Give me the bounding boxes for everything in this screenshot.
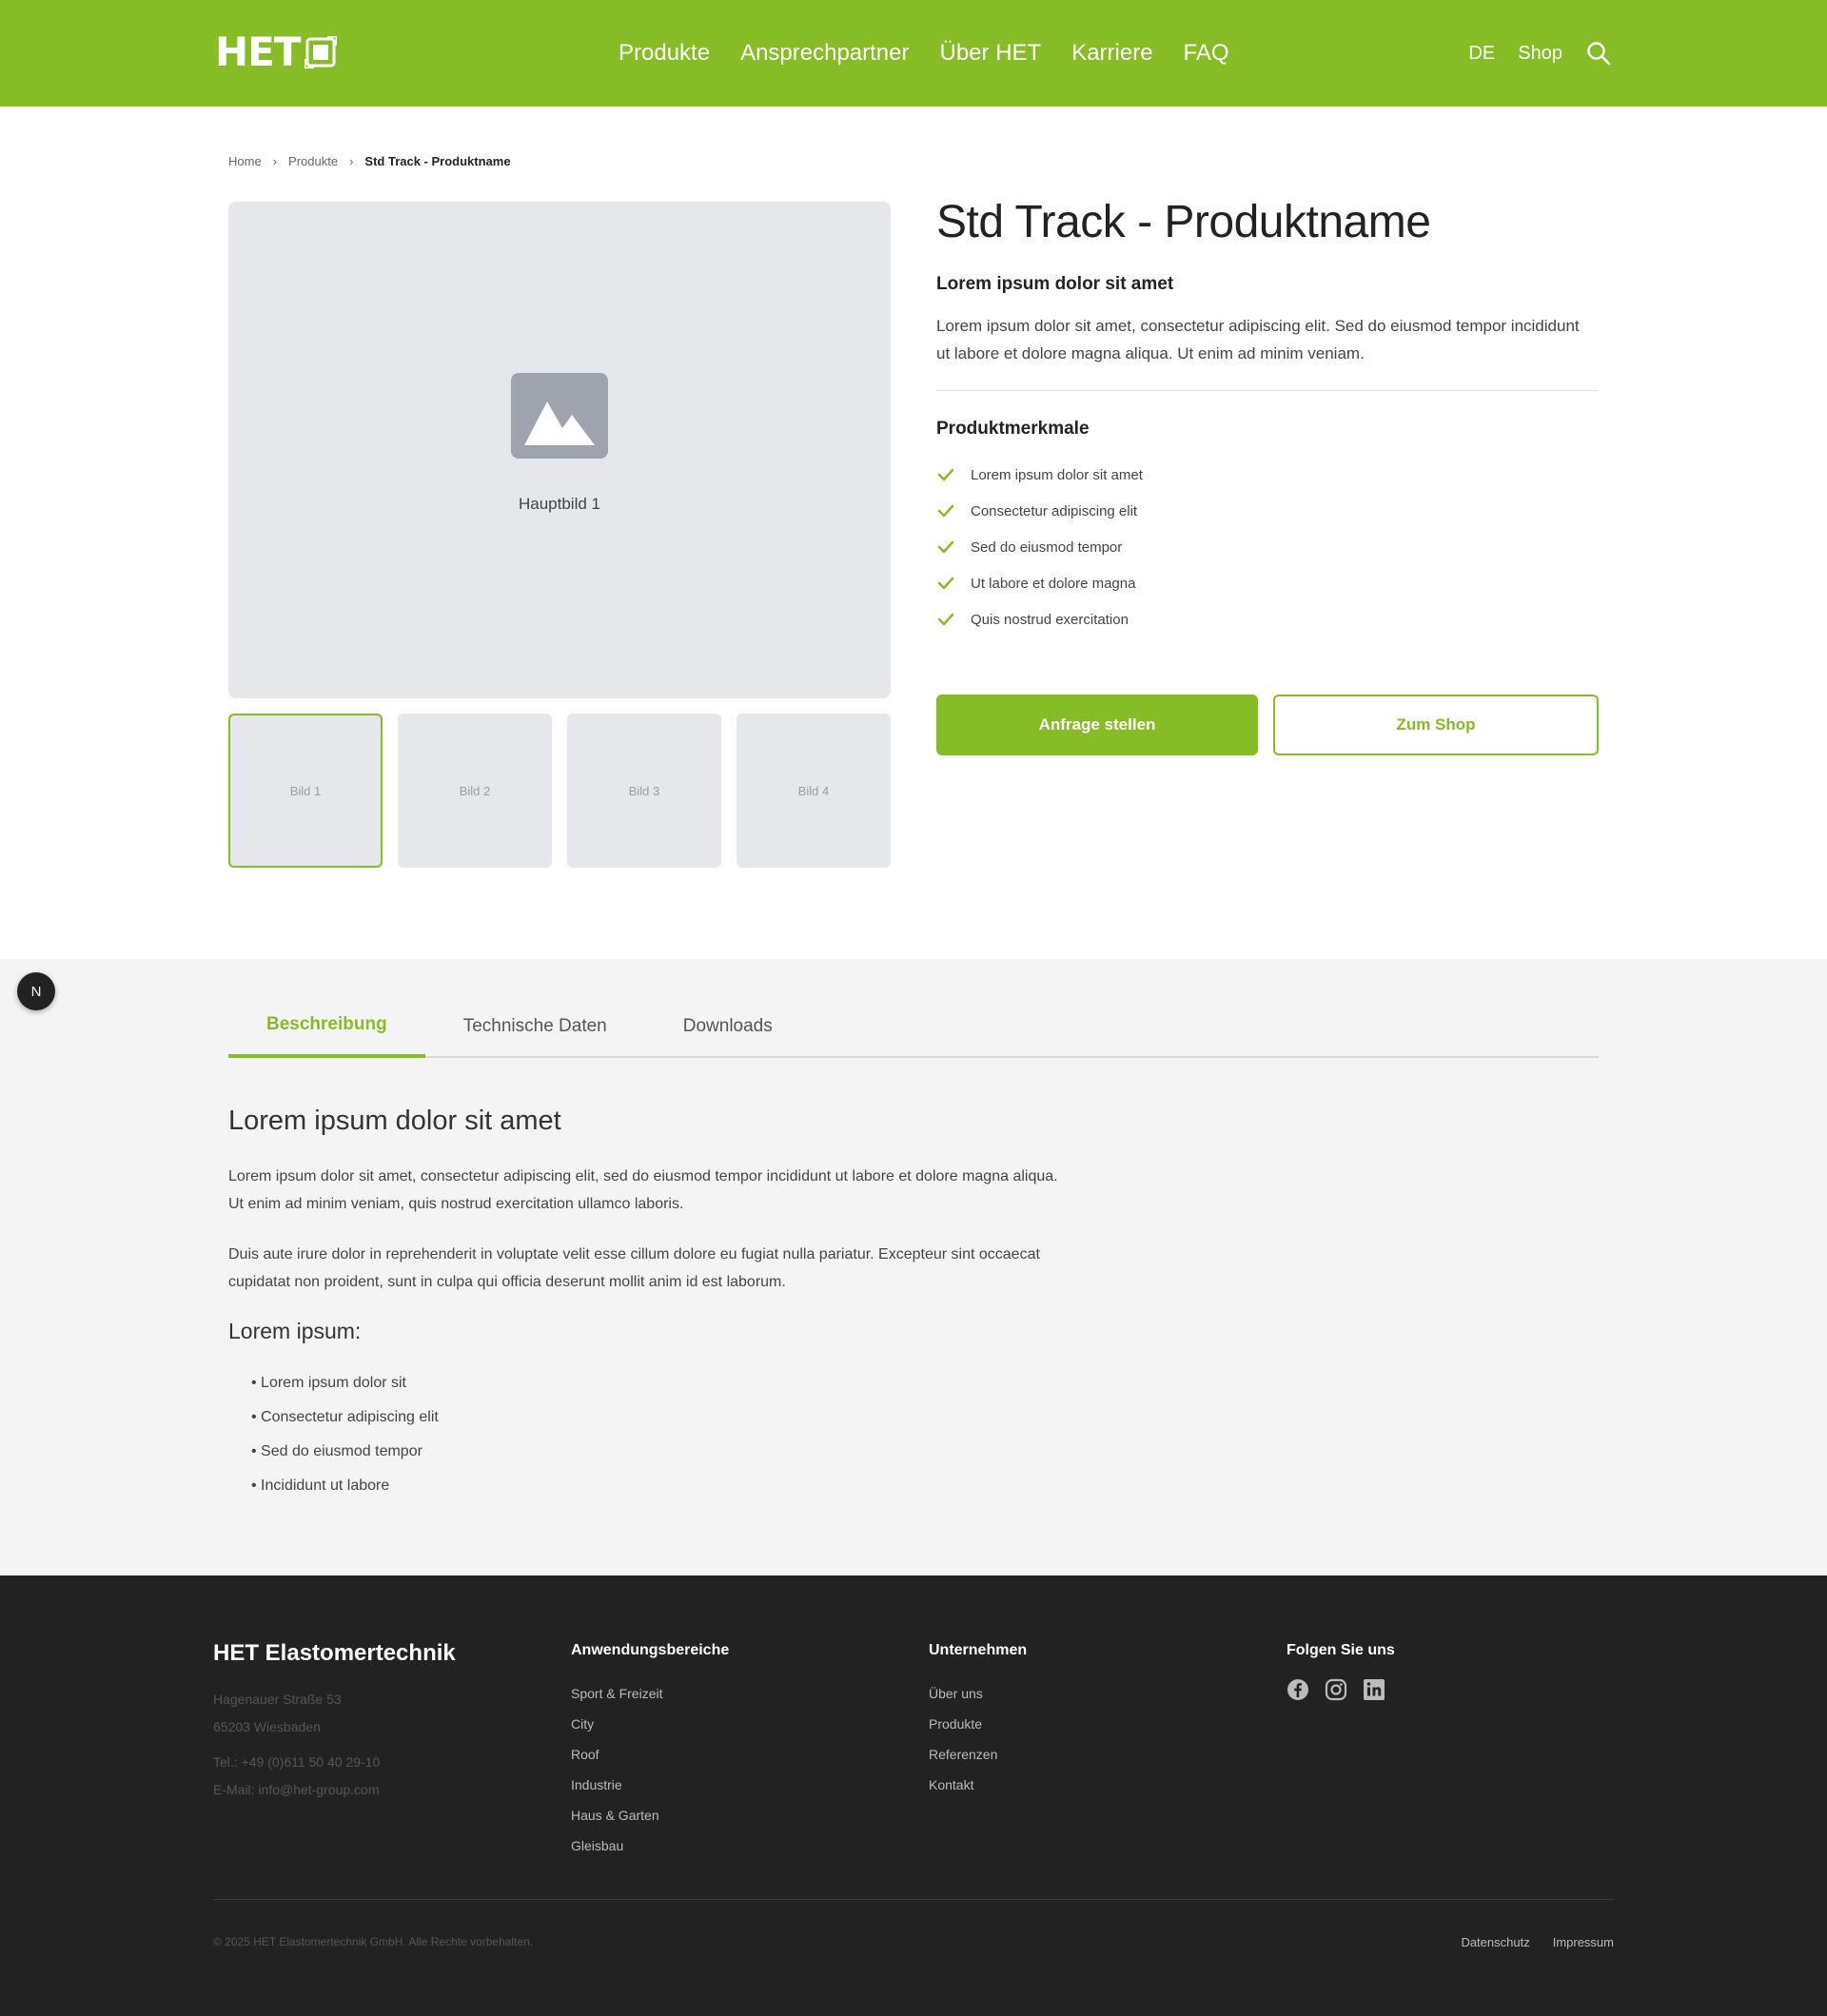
- footer-col-anwendungsbereiche: Anwendungsbereiche Sport & Freizeit City…: [571, 1642, 729, 1861]
- list-item: • Sed do eiusmod tempor: [251, 1443, 422, 1459]
- nav-item-faq[interactable]: FAQ: [1184, 36, 1229, 70]
- image-placeholder-icon: [511, 373, 608, 459]
- check-icon: [936, 610, 955, 629]
- thumbnail-3[interactable]: Bild 3: [567, 714, 721, 868]
- search-icon[interactable]: [1585, 40, 1612, 67]
- instagram-icon[interactable]: [1325, 1678, 1347, 1701]
- feature-item: Quis nostrud exercitation: [936, 601, 1143, 637]
- footer-link[interactable]: Industrie: [571, 1770, 729, 1800]
- footer-link[interactable]: Über uns: [929, 1678, 1027, 1709]
- feature-item: Sed do eiusmod tempor: [936, 529, 1143, 565]
- footer-col-title: Unternehmen: [929, 1642, 1028, 1658]
- floating-badge[interactable]: N: [17, 972, 55, 1010]
- breadcrumb-home[interactable]: Home: [228, 154, 262, 168]
- main-product-image[interactable]: Hauptbild 1: [228, 202, 891, 698]
- feature-label: Ut labore et dolore magna: [971, 575, 1136, 592]
- product-title: Std Track - Produktname: [936, 197, 1431, 247]
- list-item: • Lorem ipsum dolor sit: [251, 1375, 406, 1391]
- address-city: 65203 Wiesbaden: [213, 1719, 321, 1734]
- check-icon: [936, 538, 955, 557]
- nav-item-produkte[interactable]: Produkte: [619, 36, 710, 70]
- address-phone: Tel.: +49 (0)611 50 40 29-10: [213, 1754, 381, 1770]
- description-list: • Lorem ipsum dolor sit • Consectetur ad…: [251, 1370, 439, 1507]
- description-heading: Lorem ipsum dolor sit amet: [228, 1106, 561, 1136]
- footer-col-social: Folgen Sie uns: [1287, 1642, 1395, 1701]
- description-subheading: Lorem ipsum:: [228, 1319, 362, 1343]
- logo-text: HET: [215, 29, 301, 75]
- tab-downloads[interactable]: Downloads: [645, 995, 811, 1058]
- chevron-right-icon: ›: [349, 154, 354, 168]
- legal-links: Datenschutz Impressum: [1461, 1935, 1614, 1949]
- imprint-link[interactable]: Impressum: [1553, 1935, 1614, 1949]
- request-button[interactable]: Anfrage stellen: [936, 695, 1258, 755]
- footer-link[interactable]: Kontakt: [929, 1770, 1027, 1800]
- facebook-icon[interactable]: [1287, 1678, 1309, 1701]
- feature-item: Consectetur adipiscing elit: [936, 493, 1143, 529]
- product-subtitle: Lorem ipsum dolor sit amet: [936, 274, 1174, 294]
- feature-label: Sed do eiusmod tempor: [971, 538, 1123, 556]
- list-item: • Incididunt ut labore: [251, 1478, 390, 1494]
- breadcrumb: Home › Produkte › Std Track - Produktnam…: [228, 154, 511, 168]
- feature-list: Lorem ipsum dolor sit amet Consectetur a…: [936, 457, 1143, 637]
- logo-mark-icon: [303, 34, 338, 70]
- tab-bar: Beschreibung Technische Daten Downloads: [228, 995, 1599, 1058]
- footer-link[interactable]: Sport & Freizeit: [571, 1678, 729, 1709]
- footer-divider: [213, 1899, 1614, 1900]
- feature-label: Consectetur adipiscing elit: [971, 502, 1138, 519]
- address-street: Hagenauer Straße 53: [213, 1692, 342, 1707]
- check-icon: [936, 574, 955, 593]
- main-nav: Produkte Ansprechpartner Über HET Karrie…: [619, 36, 1229, 70]
- nav-item-ansprechpartner[interactable]: Ansprechpartner: [740, 36, 909, 70]
- description-paragraph: Duis aute irure dolor in reprehenderit i…: [228, 1246, 1040, 1290]
- social-links: [1287, 1678, 1395, 1701]
- description-paragraph: Lorem ipsum dolor sit amet, consectetur …: [228, 1168, 1058, 1212]
- divider: [936, 390, 1599, 391]
- feature-label: Quis nostrud exercitation: [971, 611, 1129, 628]
- footer-link[interactable]: City: [571, 1709, 729, 1739]
- site-header: HET Produkte Ansprechpartner Über HET Ka…: [0, 0, 1827, 107]
- nav-item-ueber-het[interactable]: Über HET: [940, 36, 1042, 70]
- header-actions: DE Shop: [1468, 36, 1612, 70]
- copyright: © 2025 HET Elastomertechnik GmbH. Alle R…: [213, 1935, 534, 1948]
- linkedin-icon[interactable]: [1363, 1678, 1385, 1701]
- thumbnail-1[interactable]: Bild 1: [228, 714, 383, 868]
- tab-technische-daten[interactable]: Technische Daten: [425, 995, 645, 1058]
- nav-item-karriere[interactable]: Karriere: [1071, 36, 1152, 70]
- footer-col-title: Folgen Sie uns: [1287, 1642, 1395, 1658]
- language-switch[interactable]: DE: [1468, 36, 1495, 70]
- logo[interactable]: HET: [215, 29, 338, 75]
- shop-button[interactable]: Zum Shop: [1273, 695, 1599, 755]
- footer-link[interactable]: Referenzen: [929, 1739, 1027, 1770]
- main-image-label: Hauptbild 1: [518, 495, 600, 513]
- feature-label: Lorem ipsum dolor sit amet: [971, 466, 1143, 483]
- privacy-link[interactable]: Datenschutz: [1461, 1935, 1529, 1949]
- thumbnail-strip: Bild 1 Bild 2 Bild 3 Bild 4: [228, 714, 891, 868]
- breadcrumb-current: Std Track - Produktname: [364, 154, 511, 168]
- thumbnail-2[interactable]: Bild 2: [398, 714, 552, 868]
- footer-link[interactable]: Produkte: [929, 1709, 1027, 1739]
- product-description: Lorem ipsum dolor sit amet, consectetur …: [936, 317, 1580, 362]
- feature-item: Lorem ipsum dolor sit amet: [936, 457, 1143, 493]
- footer-link[interactable]: Gleisbau: [571, 1830, 729, 1861]
- check-icon: [936, 501, 955, 520]
- breadcrumb-products[interactable]: Produkte: [288, 154, 338, 168]
- footer-col-unternehmen: Unternehmen Über uns Produkte Referenzen…: [929, 1642, 1027, 1800]
- footer-brand: HET Elastomertechnik: [213, 1640, 456, 1666]
- list-item: • Consectetur adipiscing elit: [251, 1409, 439, 1425]
- footer-col-title: Anwendungsbereiche: [571, 1642, 730, 1658]
- site-footer: HET Elastomertechnik Hagenauer Straße 53…: [0, 1576, 1827, 2016]
- footer-link[interactable]: Haus & Garten: [571, 1800, 729, 1830]
- shop-link[interactable]: Shop: [1518, 36, 1562, 70]
- footer-address: Hagenauer Straße 53 65203 Wiesbaden Tel.…: [213, 1686, 380, 1804]
- tab-beschreibung[interactable]: Beschreibung: [228, 995, 425, 1058]
- features-title: Produktmerkmale: [936, 419, 1090, 439]
- thumbnail-4[interactable]: Bild 4: [737, 714, 891, 868]
- footer-link[interactable]: Roof: [571, 1739, 729, 1770]
- address-email: E-Mail: info@het-group.com: [213, 1782, 380, 1797]
- check-icon: [936, 465, 955, 484]
- feature-item: Ut labore et dolore magna: [936, 565, 1143, 601]
- chevron-right-icon: ›: [272, 154, 278, 168]
